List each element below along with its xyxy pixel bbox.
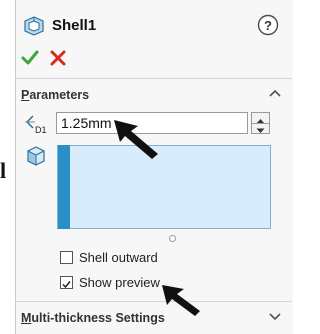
shell-feature-icon xyxy=(22,14,46,38)
spinner-down-icon[interactable] xyxy=(252,123,269,133)
faces-to-remove-list[interactable] xyxy=(57,145,271,229)
parameters-section-header[interactable]: Parameters xyxy=(21,88,89,102)
shell-outward-checkbox[interactable] xyxy=(60,251,73,264)
thickness-icon-label: D1 xyxy=(35,125,47,135)
left-edge-fragment: l xyxy=(0,158,7,183)
thickness-spinner[interactable] xyxy=(251,112,270,134)
shell-outward-label[interactable]: Shell outward xyxy=(79,250,158,265)
red-x-icon xyxy=(50,50,66,66)
svg-text:?: ? xyxy=(264,18,272,33)
faces-to-remove-icon xyxy=(25,145,47,167)
checkmark-icon xyxy=(62,281,71,289)
parameters-title-rest: arameters xyxy=(29,88,90,102)
multi-thickness-section-header[interactable]: Multi-thickness Settings xyxy=(21,311,165,325)
collapse-chevron-icon[interactable] xyxy=(267,86,283,100)
header-divider xyxy=(15,78,292,79)
multi-thickness-title-mnemonic: M xyxy=(21,311,32,325)
show-preview-checkbox[interactable] xyxy=(60,276,73,289)
cancel-button[interactable] xyxy=(48,48,68,68)
feature-title: Shell1 xyxy=(52,17,97,34)
help-icon[interactable]: ? xyxy=(257,14,279,36)
faces-list-accent-strip xyxy=(58,145,70,229)
ok-button[interactable] xyxy=(20,48,40,68)
annotation-arrow-thickness xyxy=(112,118,162,160)
multi-thickness-title-rest: ulti-thickness Settings xyxy=(31,311,165,325)
resize-handle[interactable] xyxy=(168,230,177,242)
spinner-up-icon[interactable] xyxy=(252,113,269,124)
section-divider xyxy=(15,301,292,302)
show-preview-label[interactable]: Show preview xyxy=(79,275,160,290)
green-check-icon xyxy=(21,50,39,65)
annotation-arrow-preview xyxy=(160,281,202,317)
expand-chevron-icon[interactable] xyxy=(267,309,283,323)
thickness-icon: D1 xyxy=(23,112,51,136)
